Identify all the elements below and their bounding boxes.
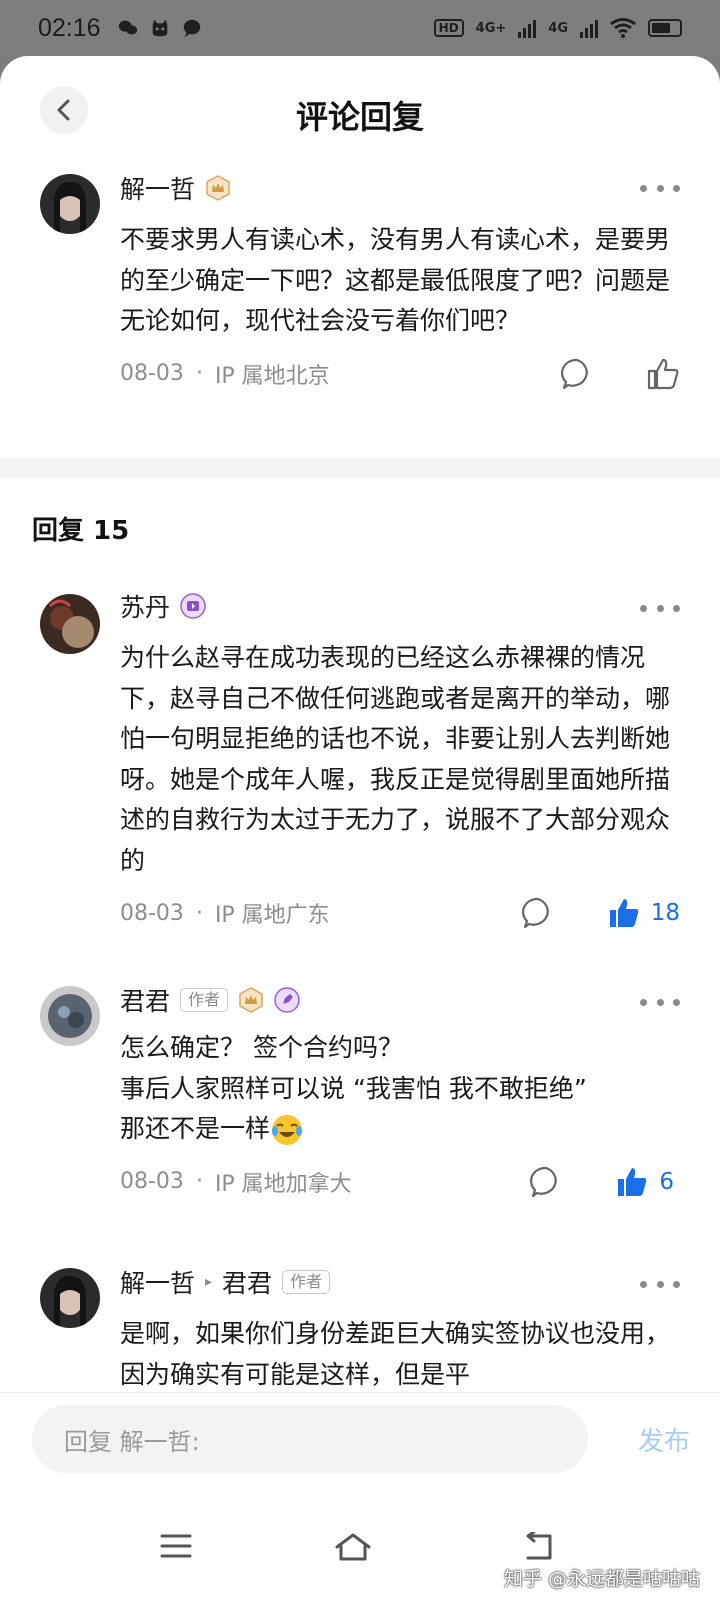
like-count: 6 — [659, 1168, 674, 1195]
header: 评论回复 — [0, 56, 720, 168]
watermark: 知乎 @永远都是咕咕咕 — [503, 1568, 700, 1590]
reply-to-arrow-icon: ▸ — [205, 1274, 213, 1290]
like-filled-icon[interactable] — [615, 1165, 649, 1199]
crying-laughing-emoji-icon — [272, 1115, 303, 1145]
system-nav-bar: 知乎 @永远都是咕咕咕 — [0, 1502, 720, 1600]
comment-reply-sheet: 评论回复 解一哲 不要求男人有读心术，没有男人有读心术，是要男的至少确定一下吧？… — [0, 56, 720, 1600]
more-options-button[interactable] — [640, 992, 680, 1012]
comment-text: 不要求男人有读心术，没有男人有读心术，是要男的至少确定一下吧？这都是最低限度了吧… — [120, 225, 671, 335]
comment-meta: 08-03 · IP 属地北京 — [120, 354, 680, 394]
comment-meta: 08-03 · IP 属地加拿大 6 — [120, 1162, 680, 1202]
wechat-icon — [118, 20, 137, 35]
network-label-1: 4G+ — [475, 20, 507, 36]
comment-line: 事后人家照样可以说 “我害怕 我不敢拒绝” — [120, 1073, 587, 1103]
reply-composer: 回复 解一哲: 发布 — [0, 1392, 720, 1502]
comment-actions: 18 — [521, 896, 680, 930]
avatar[interactable] — [40, 986, 100, 1046]
back-nav-button[interactable] — [522, 1530, 556, 1566]
reply-icon[interactable] — [560, 357, 594, 391]
status-time: 02:16 — [38, 13, 101, 42]
status-right: HD 4G+ 4G — [433, 18, 682, 38]
comment-header: 苏丹 — [120, 588, 680, 624]
crown-badge-icon — [206, 175, 230, 201]
menu-nav-button[interactable] — [160, 1532, 192, 1564]
message-icon — [183, 19, 200, 38]
avatar-image — [40, 174, 100, 234]
avatar[interactable] — [40, 1268, 100, 1328]
replies-title: 回复 15 — [32, 516, 130, 546]
signal-icon-1 — [518, 18, 537, 38]
status-app-icons — [117, 17, 203, 39]
cat-app-icon — [152, 19, 167, 37]
menu-icon — [160, 1534, 192, 1558]
page-title: 评论回复 — [295, 98, 424, 136]
user-name[interactable]: 解一哲 — [120, 1264, 195, 1300]
ip-location: IP 属地加拿大 — [214, 1171, 352, 1197]
author-tag: 作者 — [180, 988, 229, 1012]
avatar[interactable] — [40, 174, 100, 234]
comment-date: 08-03 — [120, 900, 184, 926]
avatar-image — [40, 986, 100, 1046]
publish-button[interactable]: 发布 — [638, 1421, 690, 1458]
meta-separator: · — [195, 900, 203, 926]
status-bar: 02:16 HD 4G+ 4G — [0, 0, 720, 56]
ip-location: IP 属地北京 — [214, 363, 330, 389]
comment-header: 解一哲 — [120, 170, 680, 206]
comment-text: 为什么赵寻在成功表现的已经这么赤裸裸的情况下，赵寻自己不做任何逃跑或者是离开的举… — [120, 643, 671, 875]
reply-icon[interactable] — [529, 1165, 563, 1199]
comment-actions: 6 — [529, 1165, 680, 1199]
reply-item: 君君 作者 怎么确定？ 签个合约吗？ 事后人家照样可以说 “我害怕 我不敢拒绝”… — [0, 982, 720, 1264]
comment-header: 君君 作者 — [120, 982, 680, 1018]
video-creator-badge-icon — [180, 593, 206, 619]
more-options-button[interactable] — [640, 598, 680, 618]
user-name[interactable]: 君君 — [120, 982, 170, 1018]
avatar-image — [40, 1268, 100, 1328]
comment-line-with-emoji: 那还不是一样 — [120, 1109, 680, 1150]
section-separator — [0, 458, 720, 478]
comment-actions — [560, 357, 680, 391]
pen-badge-icon — [274, 987, 300, 1013]
more-options-button[interactable] — [640, 1274, 680, 1294]
more-options-button[interactable] — [640, 178, 680, 198]
comment-line: 那还不是一样 — [120, 1114, 271, 1143]
comment-meta: 08-03 · IP 属地广东 18 — [120, 893, 680, 933]
signal-icon-2 — [580, 18, 598, 38]
reply-input[interactable]: 回复 解一哲: — [32, 1405, 588, 1473]
hd-icon: HD — [433, 19, 464, 37]
network-label-2: 4G — [548, 20, 568, 36]
meta-separator: · — [195, 361, 203, 386]
reply-to-user-name[interactable]: 君君 — [222, 1264, 272, 1300]
back-arrow-icon — [526, 1530, 552, 1560]
avatar-image — [40, 594, 100, 654]
user-name[interactable]: 苏丹 — [120, 588, 170, 624]
user-name[interactable]: 解一哲 — [120, 170, 195, 206]
battery-icon — [648, 19, 682, 37]
meta-separator: · — [195, 1169, 203, 1194]
like-icon[interactable] — [646, 357, 680, 391]
home-nav-button[interactable] — [334, 1532, 372, 1566]
comment-header: 解一哲 ▸ 君君 作者 — [120, 1264, 680, 1300]
reply-item: 苏丹 为什么赵寻在成功表现的已经这么赤裸裸的情况下，赵寻自己不做任何逃跑或者是离… — [0, 588, 720, 982]
ip-location: IP 属地广东 — [214, 903, 330, 928]
comment-date: 08-03 — [120, 361, 184, 386]
reply-icon[interactable] — [521, 896, 555, 930]
comment-text: 是啊，如果你们身份差距巨大确实签协议也没用，因为确实有可能是这样，但是平 — [120, 1319, 671, 1389]
wifi-icon — [610, 18, 636, 38]
comment-date: 08-03 — [120, 1169, 184, 1194]
like-count: 18 — [650, 900, 680, 926]
avatar[interactable] — [40, 594, 100, 654]
crown-badge-icon — [239, 987, 263, 1013]
main-comment: 解一哲 不要求男人有读心术，没有男人有读心术，是要男的至少确定一下吧？这都是最低… — [0, 168, 720, 458]
author-tag: 作者 — [282, 1270, 331, 1294]
home-icon — [335, 1533, 371, 1561]
comment-text: 怎么确定？ 签个合约吗？ 事后人家照样可以说 “我害怕 我不敢拒绝” 那还不是一… — [120, 1028, 680, 1150]
comment-line: 怎么确定？ 签个合约吗？ — [120, 1033, 403, 1062]
like-filled-icon[interactable] — [607, 896, 641, 930]
